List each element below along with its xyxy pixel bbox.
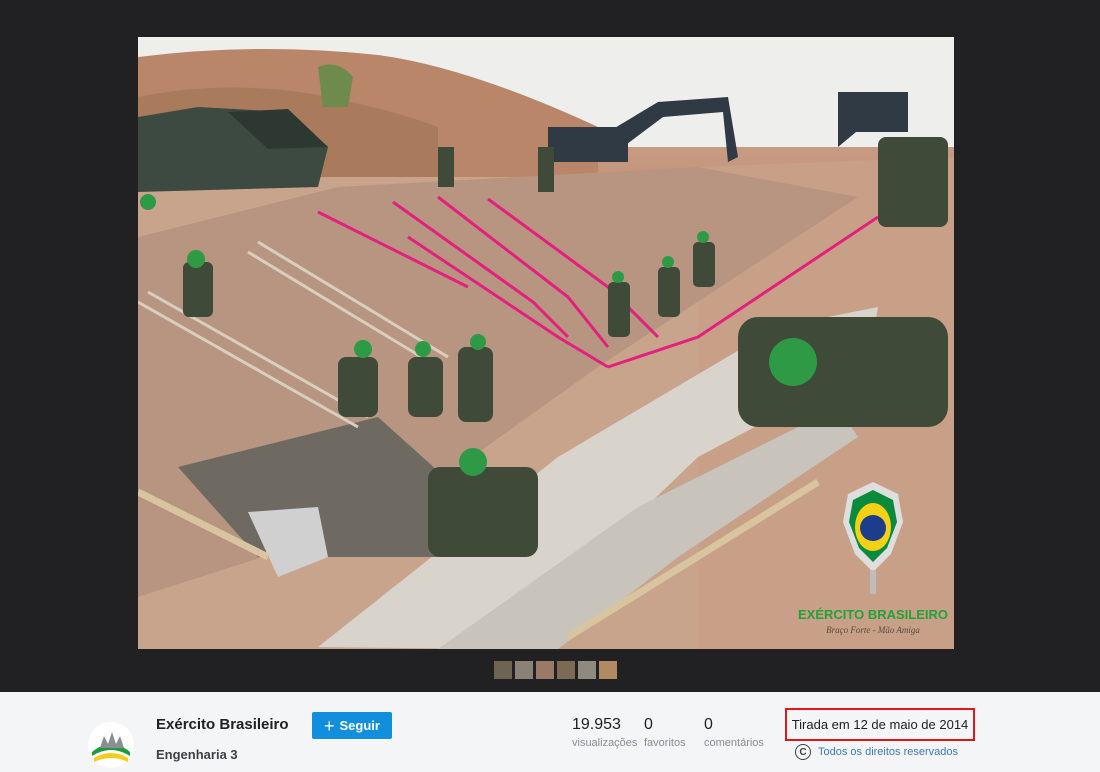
avatar[interactable]	[88, 722, 134, 768]
photo-viewer: EXÉRCITO BRASILEIRO Braço Forte - Mão Am…	[0, 0, 1100, 692]
thumbnail[interactable]	[515, 661, 533, 679]
stat-favorites: 0 favoritos	[644, 716, 686, 749]
thumbnail[interactable]	[599, 661, 617, 679]
photo-illustration: EXÉRCITO BRASILEIRO Braço Forte - Mão Am…	[138, 37, 954, 649]
thumbnail[interactable]	[557, 661, 575, 679]
comments-count: 0	[704, 716, 713, 733]
main-photo[interactable]: EXÉRCITO BRASILEIRO Braço Forte - Mão Am…	[138, 37, 954, 649]
follow-button-label: Seguir	[339, 718, 380, 733]
follow-button[interactable]: + Seguir	[312, 712, 392, 739]
plus-icon: +	[324, 715, 335, 736]
favorites-count: 0	[644, 716, 653, 733]
thumbnail[interactable]	[578, 661, 596, 679]
date-taken: Tirada em 12 de maio de 2014	[785, 708, 975, 741]
views-label: visualizações	[572, 737, 638, 749]
comments-label: comentários	[704, 737, 764, 749]
filmstrip	[494, 661, 617, 679]
copyright-icon: C	[795, 744, 811, 760]
thumbnail[interactable]	[494, 661, 512, 679]
watermark-subtitle: Braço Forte - Mão Amiga	[826, 625, 920, 635]
license: C Todos os direitos reservados	[795, 744, 958, 760]
favorites-label: favoritos	[644, 737, 686, 749]
stat-views: 19.953 visualizações	[572, 716, 637, 749]
watermark-title: EXÉRCITO BRASILEIRO	[798, 607, 948, 622]
stat-comments: 0 comentários	[704, 716, 764, 749]
license-link[interactable]: Todos os direitos reservados	[818, 746, 958, 758]
views-count: 19.953	[572, 716, 621, 733]
owner-name[interactable]: Exército Brasileiro	[156, 716, 289, 733]
album-name[interactable]: Engenharia 3	[156, 747, 238, 762]
thumbnail[interactable]	[536, 661, 554, 679]
